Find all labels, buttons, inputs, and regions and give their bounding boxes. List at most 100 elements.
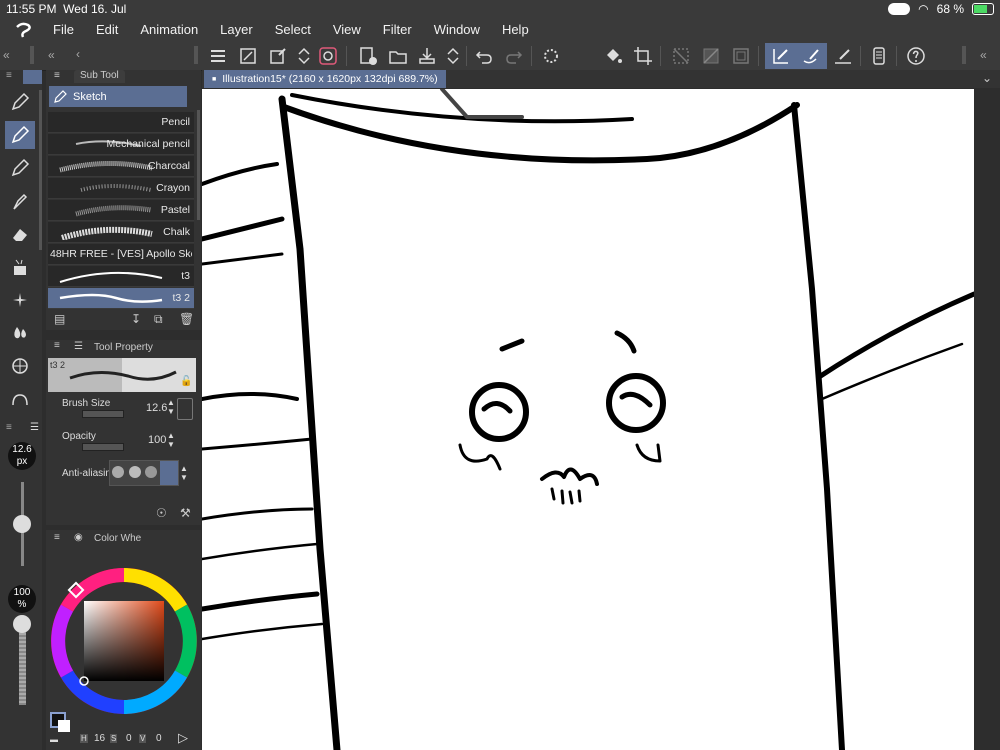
color-wheel-tab[interactable]: Color Whe (94, 533, 141, 544)
brush-crayon[interactable]: Crayon (48, 178, 194, 199)
stroke-preview (59, 161, 153, 173)
color-wheel[interactable] (48, 565, 200, 717)
blend-icon[interactable] (5, 319, 35, 347)
size-slider-thumb[interactable] (13, 515, 31, 533)
document-tab[interactable]: ■ Illustration15* (2160 x 1620px 132dpi … (204, 70, 446, 88)
menu-window[interactable]: Window (434, 22, 480, 37)
updown-icon[interactable] (293, 45, 315, 67)
fill-icon[interactable] (602, 45, 624, 67)
brush-tool-icon[interactable] (5, 154, 35, 182)
swap-color-icon[interactable]: ▬ (50, 735, 58, 744)
brush-snap-icon[interactable] (800, 45, 822, 67)
menu-view[interactable]: View (333, 22, 361, 37)
stepper-icon[interactable]: ▲ ▼ (167, 431, 175, 449)
pencil-tool-icon[interactable] (5, 121, 35, 149)
brush-apollo-sketch[interactable]: 48HR FREE - [VES] Apollo Sketc (48, 244, 194, 265)
menu-file[interactable]: File (53, 22, 74, 37)
menu-edit[interactable]: Edit (96, 22, 118, 37)
brush-size-mini-panel: ≡ ☰ 12.6 px 100% (0, 420, 42, 750)
trash-icon[interactable]: 🗑 (179, 312, 194, 326)
redo-icon[interactable] (503, 45, 525, 67)
loading-icon[interactable] (540, 45, 562, 67)
antialias-options[interactable] (109, 460, 179, 486)
menu-select[interactable]: Select (275, 22, 311, 37)
scroll-icon[interactable] (442, 45, 464, 67)
app-logo-icon[interactable] (14, 21, 34, 39)
lock-icon[interactable]: 🔓 (180, 376, 192, 387)
panel-menu-icon-4[interactable]: ≡ (54, 532, 60, 543)
crop-icon[interactable] (632, 45, 654, 67)
figure-icon[interactable] (5, 352, 35, 380)
brush-size-slider[interactable] (82, 410, 124, 418)
pen-snap-icon[interactable] (770, 45, 792, 67)
deselect-icon[interactable] (670, 45, 692, 67)
download-icon[interactable]: ↧ (131, 312, 141, 326)
opacity-slider[interactable] (82, 443, 124, 451)
panel-handle-3[interactable] (962, 46, 966, 64)
frame-icon[interactable] (730, 45, 752, 67)
collapse-right-icon[interactable]: « (980, 48, 987, 62)
brush-pastel[interactable]: Pastel (48, 200, 194, 221)
new-layer-icon[interactable] (357, 45, 379, 67)
help-icon[interactable] (905, 45, 927, 67)
opacity-slider-thumb[interactable] (13, 615, 31, 633)
opacity-value[interactable]: 100 (148, 434, 166, 446)
wrench-icon[interactable]: ⚒ (180, 506, 191, 520)
stepper-icon[interactable]: ▲ ▼ (167, 398, 175, 416)
drawing-canvas[interactable] (202, 89, 974, 750)
panel-menu-icon-3[interactable]: ≡ (54, 340, 60, 351)
opacity-slider-track[interactable] (19, 625, 26, 705)
tool-scrollbar[interactable] (39, 90, 42, 250)
panel-menu-icon-2[interactable]: ≡ (54, 70, 60, 81)
eyedropper-icon[interactable] (267, 45, 289, 67)
pressure-toggle[interactable] (177, 398, 193, 420)
menu-help[interactable]: Help (502, 22, 529, 37)
pen-tool-icon[interactable] (5, 88, 35, 116)
menu-layer[interactable]: Layer (220, 22, 253, 37)
open-icon[interactable] (387, 45, 409, 67)
brush-chalk[interactable]: Chalk (48, 222, 194, 243)
menu-animation[interactable]: Animation (140, 22, 198, 37)
pen-stroke-icon[interactable] (832, 45, 854, 67)
panel-menu-icon[interactable]: ≡ (6, 70, 12, 81)
undo-icon[interactable] (473, 45, 495, 67)
collapse-left-icon-2[interactable]: « (48, 48, 55, 62)
subtool-settings-icon[interactable]: ▤ (54, 312, 65, 326)
panel-handle[interactable] (30, 46, 34, 64)
transform-icon[interactable] (237, 45, 259, 67)
ink-tool-icon[interactable] (5, 187, 35, 215)
brush-pencil[interactable]: Pencil (48, 112, 194, 133)
phone-icon[interactable] (868, 45, 890, 67)
size-unit: px (16, 456, 28, 467)
brush-size-value[interactable]: 12.6 (146, 402, 167, 414)
stepper-icon[interactable]: ▲ ▼ (180, 464, 188, 482)
eraser-icon[interactable] (5, 220, 35, 248)
brush-label: Chalk (163, 226, 190, 238)
panel-menu-icon-5[interactable]: ≡ (6, 422, 12, 433)
brush-charcoal[interactable]: Charcoal (48, 156, 194, 177)
stroke-preview (80, 184, 152, 192)
tool-property-tab[interactable]: Tool Property (94, 342, 153, 353)
chevron-left-icon[interactable]: ‹ (76, 47, 80, 61)
brush-mechanical-pencil[interactable]: Mechanical pencil (48, 134, 194, 155)
play-icon[interactable]: ▷ (178, 730, 188, 746)
navigate-icon[interactable]: ☉ (156, 506, 167, 520)
subtool-tab[interactable]: Sub Tool (74, 70, 125, 83)
menu-filter[interactable]: Filter (383, 22, 412, 37)
subtool-scrollbar[interactable] (197, 110, 200, 220)
subtool-group-sketch[interactable]: Sketch (49, 86, 187, 107)
brush-t3-2[interactable]: t3 2 (48, 288, 194, 309)
airbrush-icon[interactable] (5, 253, 35, 281)
brush-t3[interactable]: t3 (48, 266, 194, 287)
tool-tab-pen[interactable] (23, 70, 42, 84)
collapse-left-icon[interactable]: « (3, 48, 10, 62)
save-icon[interactable] (416, 45, 438, 67)
menu-icon[interactable] (207, 45, 229, 67)
sparkle-icon[interactable] (5, 286, 35, 314)
lasso-icon[interactable] (5, 385, 35, 413)
clear-icon[interactable] (700, 45, 722, 67)
duplicate-icon[interactable]: ⧉ (154, 312, 163, 327)
reference-icon[interactable] (317, 45, 339, 67)
panel-handle-2[interactable] (194, 46, 198, 64)
chevron-down-icon[interactable]: ⌄ (982, 71, 992, 85)
